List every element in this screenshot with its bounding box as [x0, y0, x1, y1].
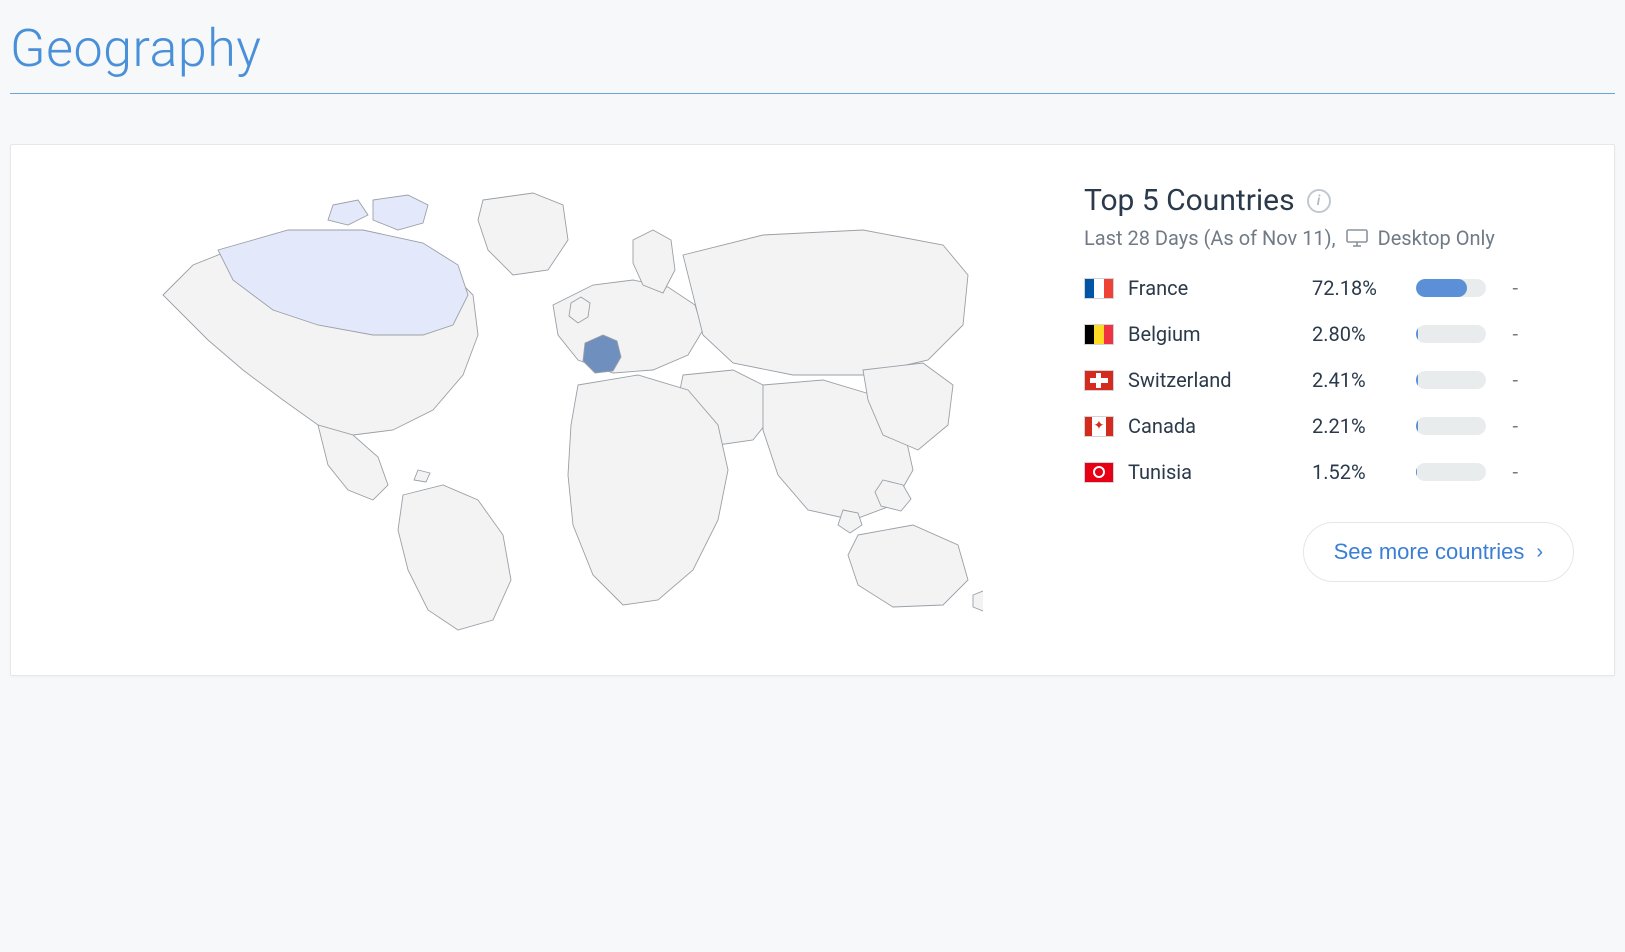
country-name: Belgium: [1128, 322, 1298, 346]
country-percentage: 72.18%: [1312, 276, 1402, 300]
share-bar: [1416, 463, 1486, 481]
date-range-label: Last 28 Days (As of Nov 11),: [1084, 226, 1336, 250]
trend-value: -: [1500, 460, 1518, 484]
country-name: Canada: [1128, 414, 1298, 438]
flag-icon: [1084, 370, 1114, 391]
country-row: France 72.18% -: [1084, 276, 1574, 300]
info-icon[interactable]: i: [1307, 189, 1331, 213]
share-bar: [1416, 371, 1486, 389]
panel-subtitle: Last 28 Days (As of Nov 11), Desktop Onl…: [1084, 226, 1574, 250]
country-name: Switzerland: [1128, 368, 1298, 392]
country-list: France 72.18% - Belgium 2.80% - Switzerland 2.4…: [1084, 276, 1574, 484]
section-title: Geography: [10, 0, 1615, 94]
flag-icon: [1084, 324, 1114, 345]
trend-value: -: [1500, 322, 1518, 346]
flag-icon: [1084, 278, 1114, 299]
country-row: Tunisia 1.52% -: [1084, 460, 1574, 484]
panel-title: Top 5 Countries: [1084, 183, 1295, 218]
world-map: [51, 175, 1054, 635]
country-percentage: 1.52%: [1312, 460, 1402, 484]
geography-card: Top 5 Countries i Last 28 Days (As of No…: [10, 144, 1615, 676]
device-label: Desktop Only: [1378, 226, 1495, 250]
trend-value: -: [1500, 414, 1518, 438]
country-percentage: 2.80%: [1312, 322, 1402, 346]
country-row: Switzerland 2.41% -: [1084, 368, 1574, 392]
share-bar: [1416, 279, 1486, 297]
chevron-right-icon: ›: [1536, 541, 1543, 564]
top-countries-panel: Top 5 Countries i Last 28 Days (As of No…: [1084, 175, 1574, 635]
country-percentage: 2.21%: [1312, 414, 1402, 438]
trend-value: -: [1500, 276, 1518, 300]
country-name: Tunisia: [1128, 460, 1298, 484]
country-row: ✦ Canada 2.21% -: [1084, 414, 1574, 438]
monitor-icon: [1346, 229, 1368, 247]
share-bar: [1416, 325, 1486, 343]
flag-icon: [1084, 462, 1114, 483]
see-more-countries-button[interactable]: See more countries ›: [1303, 522, 1574, 582]
country-row: Belgium 2.80% -: [1084, 322, 1574, 346]
world-map-svg: [123, 175, 983, 635]
country-name: France: [1128, 276, 1298, 300]
flag-icon: ✦: [1084, 416, 1114, 437]
share-bar: [1416, 417, 1486, 435]
country-percentage: 2.41%: [1312, 368, 1402, 392]
see-more-label: See more countries: [1334, 539, 1525, 565]
trend-value: -: [1500, 368, 1518, 392]
